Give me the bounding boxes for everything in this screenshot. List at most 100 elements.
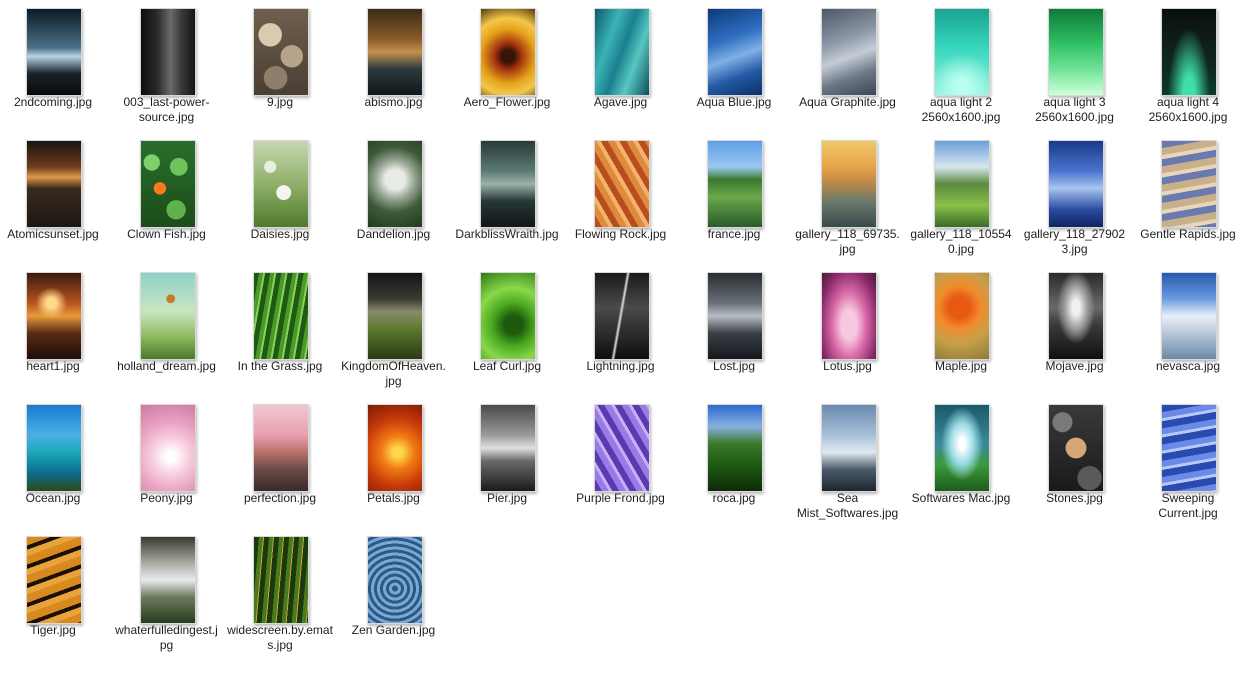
- file-item[interactable]: aqua light 2 2560x1600.jpg: [908, 0, 1014, 128]
- file-name-label: Lightning.jpg: [586, 359, 655, 373]
- file-item[interactable]: Petals.jpg: [341, 396, 447, 524]
- file-item[interactable]: abismo.jpg: [341, 0, 447, 128]
- file-item[interactable]: Lotus.jpg: [795, 264, 901, 392]
- file-thumbnail: [26, 536, 82, 624]
- file-item[interactable]: Atomicsunset.jpg: [0, 132, 106, 260]
- file-name-label: In the Grass.jpg: [237, 359, 323, 373]
- file-item[interactable]: Tiger.jpg: [0, 528, 106, 656]
- file-item[interactable]: DarkblissWraith.jpg: [454, 132, 560, 260]
- file-thumbnail: [593, 8, 650, 96]
- file-item[interactable]: Zen Garden.jpg: [341, 528, 447, 656]
- file-item[interactable]: nevasca.jpg: [1135, 264, 1241, 392]
- file-item[interactable]: Mojave.jpg: [1022, 264, 1128, 392]
- file-thumbnail: [366, 8, 423, 96]
- file-thumbnail: [139, 272, 196, 360]
- file-name-label: KingdomOfHeaven.jpg: [341, 359, 446, 388]
- file-thumbnail: [139, 404, 196, 492]
- file-item[interactable]: gallery_118_69735.jpg: [795, 132, 901, 260]
- file-name-label: aqua light 4 2560x1600.jpg: [1148, 95, 1228, 124]
- file-item[interactable]: Peony.jpg: [114, 396, 220, 524]
- file-item[interactable]: Lightning.jpg: [568, 264, 674, 392]
- file-thumbnail: [139, 536, 196, 624]
- file-item[interactable]: Sea Mist_Softwares.jpg: [795, 396, 901, 524]
- file-name-label: Dandelion.jpg: [356, 227, 431, 241]
- file-name-label: Flowing Rock.jpg: [574, 227, 667, 241]
- file-name-label: Aqua Blue.jpg: [696, 95, 772, 109]
- file-name-label: nevasca.jpg: [1155, 359, 1221, 373]
- file-thumbnail: [480, 404, 536, 492]
- file-name-label: Agave.jpg: [593, 95, 648, 109]
- file-thumbnail: [26, 272, 82, 360]
- file-thumbnail: [139, 8, 196, 96]
- file-item[interactable]: Lost.jpg: [681, 264, 787, 392]
- file-item[interactable]: whaterfulledingest.jpg: [114, 528, 220, 656]
- file-item[interactable]: Softwares Mac.jpg: [908, 396, 1014, 524]
- file-item[interactable]: Daisies.jpg: [227, 132, 333, 260]
- file-thumbnail: [934, 272, 990, 360]
- file-item[interactable]: perfection.jpg: [227, 396, 333, 524]
- file-thumbnail: [1161, 404, 1217, 492]
- file-thumbnail: [480, 272, 536, 360]
- file-item[interactable]: aqua light 4 2560x1600.jpg: [1135, 0, 1241, 128]
- file-name-label: widescreen.by.emats.jpg: [227, 623, 333, 652]
- file-item[interactable]: france.jpg: [681, 132, 787, 260]
- file-item[interactable]: Dandelion.jpg: [341, 132, 447, 260]
- file-thumbnail: [1161, 272, 1217, 360]
- file-item[interactable]: In the Grass.jpg: [227, 264, 333, 392]
- file-item[interactable]: Aero_Flower.jpg: [454, 0, 560, 128]
- file-name-label: Stones.jpg: [1046, 491, 1103, 505]
- file-item[interactable]: widescreen.by.emats.jpg: [227, 528, 333, 656]
- file-thumbnail: [707, 404, 763, 492]
- file-thumbnail: [253, 140, 309, 228]
- file-thumbnail: [366, 140, 423, 228]
- file-name-label: Gentle Rapids.jpg: [1140, 227, 1236, 241]
- file-name-label: whaterfulledingest.jpg: [115, 623, 218, 652]
- file-item[interactable]: aqua light 3 2560x1600.jpg: [1022, 0, 1128, 128]
- file-thumbnail: [820, 8, 877, 96]
- file-thumbnail: [707, 272, 763, 360]
- file-item[interactable]: gallery_118_105540.jpg: [908, 132, 1014, 260]
- file-item[interactable]: Sweeping Current.jpg: [1135, 396, 1241, 524]
- file-thumbnail: [480, 8, 536, 96]
- file-item[interactable]: Agave.jpg: [568, 0, 674, 128]
- file-name-label: Sweeping Current.jpg: [1158, 491, 1218, 520]
- file-item[interactable]: gallery_118_279023.jpg: [1022, 132, 1128, 260]
- file-name-label: Softwares Mac.jpg: [911, 491, 1011, 505]
- file-item[interactable]: Purple Frond.jpg: [568, 396, 674, 524]
- file-item[interactable]: KingdomOfHeaven.jpg: [341, 264, 447, 392]
- file-thumbnail: [366, 272, 423, 360]
- file-item[interactable]: Aqua Graphite.jpg: [795, 0, 901, 128]
- file-name-label: gallery_118_69735.jpg: [795, 227, 900, 256]
- file-thumbnail: [934, 404, 990, 492]
- file-item[interactable]: Gentle Rapids.jpg: [1135, 132, 1241, 260]
- file-item[interactable]: 9.jpg: [227, 0, 333, 128]
- file-item[interactable]: roca.jpg: [681, 396, 787, 524]
- file-thumbnail: [26, 8, 82, 96]
- file-item[interactable]: Stones.jpg: [1022, 396, 1128, 524]
- file-thumbnail: [593, 140, 650, 228]
- file-name-label: gallery_118_105540.jpg: [910, 227, 1012, 256]
- file-name-label: holland_dream.jpg: [117, 359, 216, 373]
- file-item[interactable]: Maple.jpg: [908, 264, 1014, 392]
- file-item[interactable]: Ocean.jpg: [0, 396, 106, 524]
- file-item[interactable]: Pier.jpg: [454, 396, 560, 524]
- file-name-label: Lost.jpg: [712, 359, 756, 373]
- file-item[interactable]: Flowing Rock.jpg: [568, 132, 674, 260]
- file-thumbnail: [480, 140, 536, 228]
- file-item[interactable]: Leaf Curl.jpg: [454, 264, 560, 392]
- file-item[interactable]: Aqua Blue.jpg: [681, 0, 787, 128]
- file-item[interactable]: 003_last-power-source.jpg: [114, 0, 220, 128]
- file-thumbnail: [934, 140, 990, 228]
- file-thumbnail: [253, 404, 309, 492]
- file-item[interactable]: heart1.jpg: [0, 264, 106, 392]
- file-name-label: 003_last-power-source.jpg: [123, 95, 210, 124]
- file-item[interactable]: holland_dream.jpg: [114, 264, 220, 392]
- file-name-label: Leaf Curl.jpg: [472, 359, 542, 373]
- file-thumbnail: [1047, 404, 1104, 492]
- file-name-label: france.jpg: [707, 227, 761, 241]
- file-name-label: abismo.jpg: [364, 95, 423, 109]
- file-item[interactable]: 2ndcoming.jpg: [0, 0, 106, 128]
- file-name-label: Aero_Flower.jpg: [463, 95, 551, 109]
- file-item[interactable]: Clown Fish.jpg: [114, 132, 220, 260]
- file-name-label: Daisies.jpg: [250, 227, 310, 241]
